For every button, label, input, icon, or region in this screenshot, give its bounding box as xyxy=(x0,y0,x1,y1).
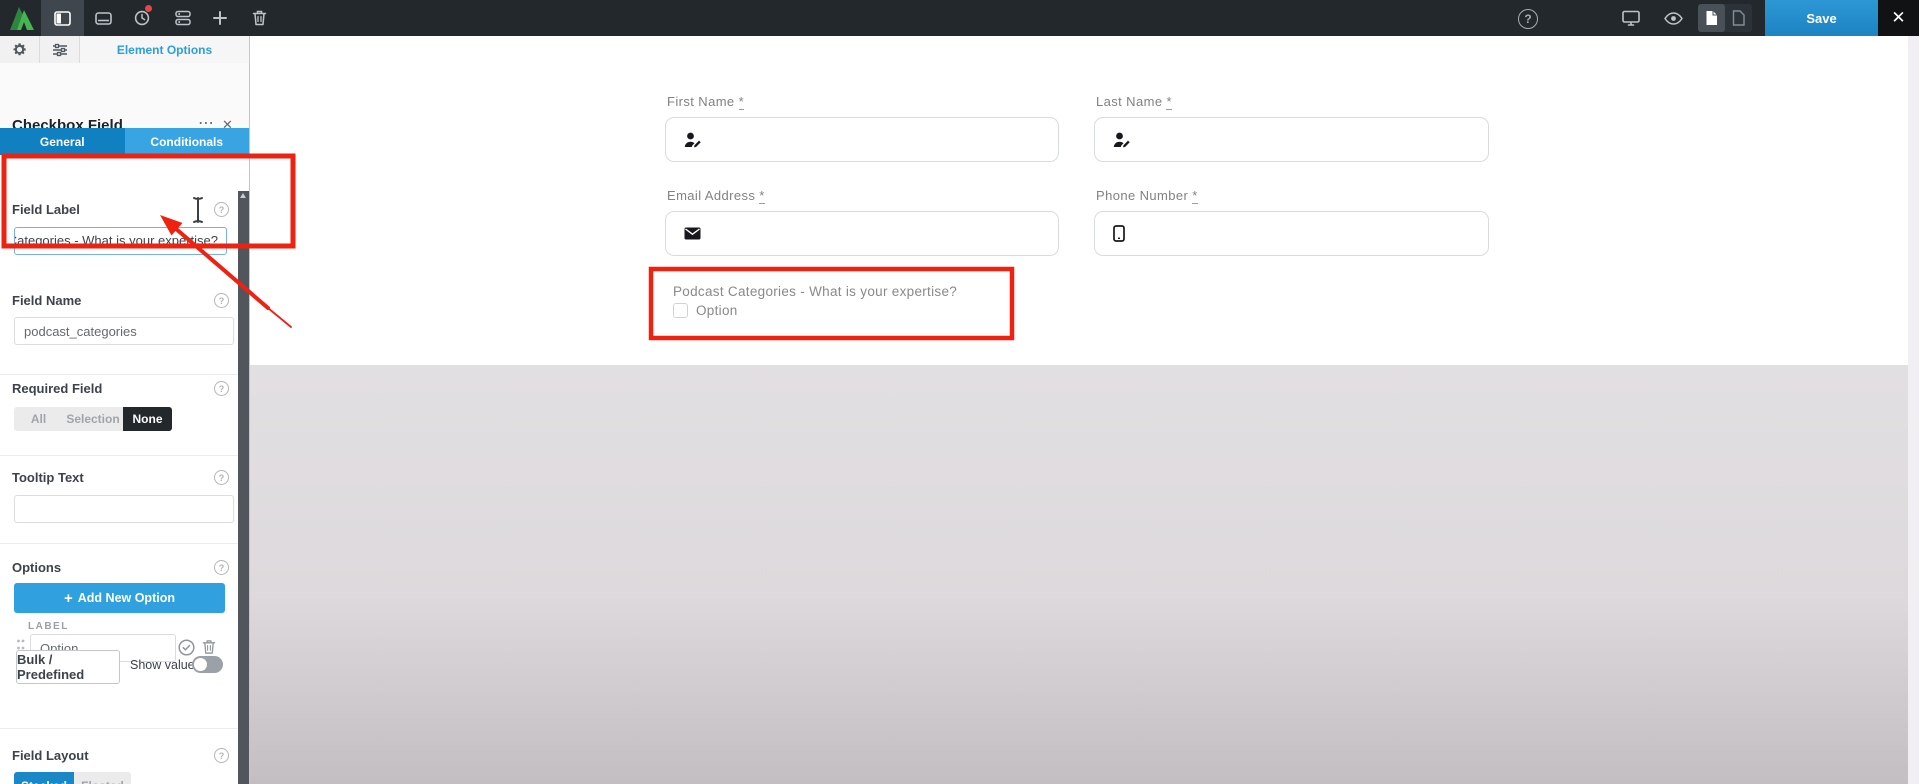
checkbox-group-label: Podcast Categories - What is your expert… xyxy=(673,284,957,299)
tooltip-text-heading: Tooltip Text xyxy=(12,470,84,485)
user-edit-icon xyxy=(684,132,702,148)
top-toolbar: ? Sav xyxy=(0,0,1919,36)
required-field-heading: Required Field xyxy=(12,381,102,396)
element-options-label[interactable]: Element Options xyxy=(80,36,249,63)
trash-icon xyxy=(252,10,267,26)
delete-button[interactable] xyxy=(246,0,272,36)
required-all-button[interactable]: All xyxy=(14,407,63,431)
sidebar-scrollbar[interactable] xyxy=(238,191,249,784)
email-address-field[interactable] xyxy=(665,211,1059,256)
panel-toggle-button[interactable] xyxy=(41,0,84,36)
help-icon[interactable]: ? xyxy=(214,381,229,396)
user-edit-icon xyxy=(1113,132,1131,148)
page-toggle xyxy=(1698,4,1752,32)
sliders-icon xyxy=(52,43,68,57)
new-page-toggle[interactable] xyxy=(1725,4,1752,32)
kali-forms-logo-icon[interactable] xyxy=(8,4,36,32)
help-icon[interactable]: ? xyxy=(214,470,229,485)
checkbox-icon[interactable] xyxy=(673,303,688,318)
confirm-option-icon[interactable] xyxy=(178,639,195,656)
preview-desktop-button[interactable] xyxy=(1618,0,1644,36)
canvas-gutter xyxy=(1908,36,1919,784)
settings-tab[interactable] xyxy=(0,36,40,63)
panel-body: Field Label ? Podcast Categories - What … xyxy=(0,155,238,784)
panel-tabs: General Conditionals xyxy=(0,128,249,155)
plus-icon: + xyxy=(64,590,73,607)
element-options-sidebar: Element Options Checkbox Field ⋯ ✕ Gener… xyxy=(0,36,249,784)
last-name-field[interactable] xyxy=(1094,117,1489,162)
show-values-toggle[interactable] xyxy=(192,656,223,673)
field-name-input[interactable]: podcast_categories xyxy=(14,317,234,345)
add-new-option-button[interactable]: + Add New Option xyxy=(14,583,225,613)
show-values-label: Show values xyxy=(130,658,201,672)
sidebar-panel-icon xyxy=(54,11,71,26)
label-column-header: LABEL xyxy=(28,621,69,632)
add-element-button[interactable] xyxy=(207,0,233,36)
required-segmented-control: All Selection None xyxy=(14,407,172,431)
bulk-predefined-button[interactable]: Bulk / Predefined xyxy=(16,650,120,684)
gear-icon xyxy=(12,42,27,57)
file-filled-icon xyxy=(1705,10,1718,26)
preview-button[interactable] xyxy=(1660,0,1686,36)
phone-number-label: Phone Number* xyxy=(1096,188,1198,203)
first-name-field[interactable] xyxy=(665,117,1059,162)
section-divider xyxy=(0,455,238,456)
form-settings-tab[interactable] xyxy=(40,36,80,63)
history-button[interactable] xyxy=(129,0,155,36)
help-icon[interactable]: ? xyxy=(214,293,229,308)
drive-icon xyxy=(95,11,112,26)
first-name-label: First Name* xyxy=(667,94,744,109)
required-selection-button[interactable]: Selection xyxy=(63,407,123,431)
canvas-background xyxy=(250,365,1908,784)
help-icon[interactable]: ? xyxy=(214,560,229,575)
section-divider xyxy=(0,728,238,729)
notification-dot xyxy=(144,4,153,13)
mobile-icon xyxy=(1113,225,1125,242)
field-name-heading: Field Name xyxy=(12,293,81,308)
plus-icon xyxy=(213,11,227,25)
help-icon[interactable]: ? xyxy=(1518,9,1538,29)
panel-titlebar: Checkbox Field ⋯ ✕ xyxy=(0,63,249,128)
checkbox-option-row: Option xyxy=(673,303,738,318)
current-page-toggle[interactable] xyxy=(1698,4,1725,32)
last-name-label: Last Name* xyxy=(1096,94,1172,109)
delete-option-icon[interactable] xyxy=(202,639,216,655)
field-label-heading: Field Label xyxy=(12,202,80,217)
toggle-knob xyxy=(194,658,207,671)
field-label-input[interactable]: Podcast Categories - What is your expert… xyxy=(14,227,227,255)
help-icon[interactable]: ? xyxy=(214,202,229,217)
tooltip-text-input[interactable] xyxy=(14,495,234,523)
scroll-up-arrow-icon[interactable] xyxy=(240,193,246,198)
eye-icon xyxy=(1664,12,1683,25)
sidebar-header: Element Options xyxy=(0,36,249,64)
section-divider xyxy=(0,543,238,544)
close-builder-button[interactable]: ✕ xyxy=(1878,0,1919,36)
form-builder-app: ? Sav xyxy=(0,0,1919,784)
email-address-label: Email Address* xyxy=(667,188,765,203)
checkbox-option-label: Option xyxy=(696,303,738,318)
envelope-icon xyxy=(684,227,701,240)
form-canvas[interactable] xyxy=(250,36,1908,365)
layout-stacked-button[interactable]: Stacked xyxy=(14,772,74,784)
tab-general[interactable]: General xyxy=(0,128,125,155)
required-none-button[interactable]: None xyxy=(123,407,172,431)
stack-button[interactable] xyxy=(170,0,196,36)
tab-conditionals[interactable]: Conditionals xyxy=(125,128,250,155)
save-button[interactable]: Save xyxy=(1765,0,1878,36)
phone-number-field[interactable] xyxy=(1094,211,1489,256)
options-heading: Options xyxy=(12,560,61,575)
help-icon[interactable]: ? xyxy=(214,748,229,763)
field-layout-segmented-control: Stacked Floated xyxy=(14,772,131,784)
file-outline-icon xyxy=(1732,10,1745,26)
drive-button[interactable] xyxy=(90,0,116,36)
monitor-icon xyxy=(1622,10,1640,26)
section-divider xyxy=(0,374,238,375)
field-layout-heading: Field Layout xyxy=(12,748,89,763)
server-stack-icon xyxy=(175,10,191,26)
layout-floated-button[interactable]: Floated xyxy=(74,772,131,784)
